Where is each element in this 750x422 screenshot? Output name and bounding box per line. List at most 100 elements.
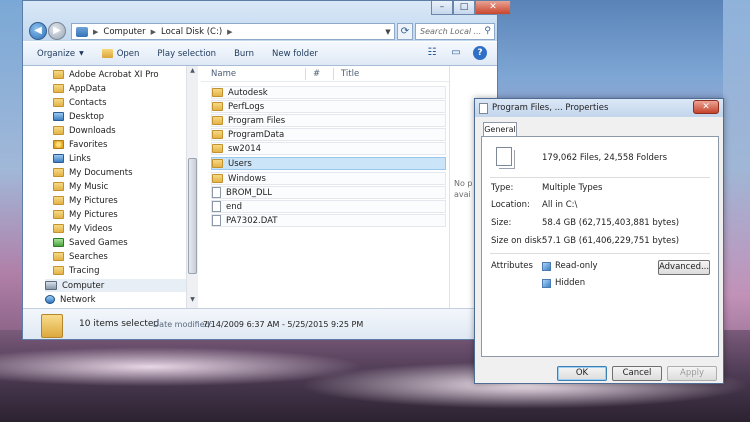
close-button[interactable]: ✕ (693, 100, 719, 114)
file-icon (212, 187, 221, 198)
forward-button[interactable]: ▶ (48, 22, 66, 40)
preview-pane-icon[interactable]: ▭ (449, 46, 463, 60)
search-input[interactable]: Search Local ... ⚲ (415, 23, 495, 40)
chevron-down-icon: ▼ (79, 50, 84, 57)
toolbar-right-tools: ☷ ▭ ? (425, 46, 487, 60)
column-divider[interactable] (305, 68, 306, 80)
apply-button[interactable]: Apply (667, 366, 717, 381)
advanced-button[interactable]: Advanced... (658, 260, 710, 275)
breadcrumb-separator-icon: ▶ (93, 27, 99, 36)
computer-icon (76, 26, 88, 37)
nav-item-my-pictures-2[interactable]: My Pictures (53, 208, 118, 221)
help-icon[interactable]: ? (473, 46, 487, 60)
read-only-checkbox[interactable]: Read-only (542, 261, 598, 271)
nav-item-my-pictures[interactable]: My Pictures (53, 194, 118, 207)
scrollbar-thumb[interactable] (188, 158, 197, 274)
breadcrumb-local-disk[interactable]: Local Disk (C:) (161, 27, 222, 37)
address-dropdown-icon[interactable]: ▼ (382, 28, 394, 36)
file-row-sw2014[interactable]: sw2014 (211, 142, 446, 155)
open-label: Open (116, 48, 140, 59)
organize-button[interactable]: Organize ▼ (37, 49, 84, 59)
file-row-brom-dll[interactable]: BROM_DLL (211, 186, 446, 199)
view-options-icon[interactable]: ☷ (425, 46, 439, 60)
back-button[interactable]: ◀ (29, 22, 47, 40)
favorites-icon (53, 140, 64, 149)
checkbox-indeterminate-icon[interactable] (542, 261, 551, 271)
close-button[interactable]: ✕ (475, 1, 511, 15)
nav-item-favorites[interactable]: Favorites (53, 138, 107, 151)
checkbox-indeterminate-icon[interactable] (542, 278, 551, 288)
nav-item-my-music[interactable]: My Music (53, 180, 108, 193)
nav-item-links[interactable]: Links (53, 152, 91, 165)
file-list: Name # Title Autodesk PerfLogs Program F… (201, 66, 449, 308)
burn-button[interactable]: Burn (234, 49, 254, 59)
file-row-users[interactable]: Users (211, 157, 446, 170)
column-header-name[interactable]: Name (211, 69, 236, 79)
file-name: Autodesk (228, 87, 268, 98)
explorer-titlebar: – □ ✕ ◀ ▶ ▶ Computer ▶ Local Disk (C:) ▶… (23, 1, 511, 41)
nav-item-label: My Music (69, 181, 109, 192)
search-icon[interactable]: ⚲ (484, 24, 491, 39)
size-value: 58.4 GB (62,715,403,881 bytes) (542, 218, 680, 228)
column-header-title[interactable]: Title (341, 69, 359, 79)
breadcrumb-computer[interactable]: Computer (103, 27, 145, 37)
nav-item-network[interactable]: Network (45, 293, 96, 306)
nav-item-downloads[interactable]: Downloads (53, 124, 116, 137)
play-selection-button[interactable]: Play selection (157, 49, 216, 59)
nav-item-contacts[interactable]: Contacts (53, 96, 107, 109)
folder-icon (53, 210, 64, 219)
nav-item-label: My Videos (69, 223, 113, 234)
file-row-autodesk[interactable]: Autodesk (211, 86, 446, 99)
nav-item-my-videos[interactable]: My Videos (53, 222, 112, 235)
navigation-scrollbar[interactable]: ▲ ▼ (186, 66, 198, 308)
file-row-end[interactable]: end (211, 200, 446, 213)
refresh-button[interactable]: ⟳ (397, 23, 413, 40)
nav-item-saved-games[interactable]: Saved Games (53, 236, 128, 249)
folder-icon (212, 130, 223, 139)
open-button[interactable]: Open (101, 48, 140, 59)
folder-stack-icon (41, 314, 63, 338)
address-bar[interactable]: ▶ Computer ▶ Local Disk (C:) ▶ ▼ (71, 23, 395, 40)
ok-button[interactable]: OK (557, 366, 607, 381)
file-name: ProgramData (228, 129, 285, 140)
nav-item-label: My Documents (69, 167, 133, 178)
minimize-button[interactable]: – (431, 1, 453, 15)
nav-item-tracing[interactable]: Tracing (53, 264, 99, 277)
scroll-down-icon[interactable]: ▼ (188, 296, 197, 306)
file-row-perflogs[interactable]: PerfLogs (211, 100, 446, 113)
preview-line-2: avai (454, 190, 471, 199)
divider (490, 253, 710, 254)
nav-item-adobe-acrobat[interactable]: Adobe Acrobat XI Pro (53, 68, 159, 81)
maximize-button[interactable]: □ (453, 1, 475, 15)
scroll-up-icon[interactable]: ▲ (188, 67, 197, 77)
file-name: Windows (228, 173, 266, 184)
column-divider[interactable] (333, 68, 334, 80)
file-name: Program Files (228, 115, 286, 126)
file-row-program-files[interactable]: Program Files (211, 114, 446, 127)
nav-item-appdata[interactable]: AppData (53, 82, 106, 95)
file-row-programdata[interactable]: ProgramData (211, 128, 446, 141)
type-value: Multiple Types (542, 183, 603, 193)
nav-item-searches[interactable]: Searches (53, 250, 108, 263)
folder-icon (212, 102, 223, 111)
file-row-windows[interactable]: Windows (211, 172, 446, 185)
hidden-checkbox[interactable]: Hidden (542, 278, 585, 288)
nav-item-label: My Pictures (69, 195, 118, 206)
nav-item-my-documents[interactable]: My Documents (53, 166, 133, 179)
read-only-label: Read-only (555, 261, 598, 271)
folder-icon (53, 126, 64, 135)
nav-item-label: Favorites (69, 139, 108, 150)
multiple-files-icon (496, 147, 512, 166)
properties-title: Program Files, ... Properties (492, 103, 609, 113)
file-name: PerfLogs (228, 101, 265, 112)
cancel-button[interactable]: Cancel (612, 366, 662, 381)
tab-general[interactable]: General (483, 122, 517, 137)
column-header-number[interactable]: # (313, 69, 320, 79)
nav-item-desktop[interactable]: Desktop (53, 110, 104, 123)
nav-item-computer[interactable]: Computer (45, 279, 190, 292)
search-placeholder: Search Local ... (420, 27, 482, 36)
column-headers: Name # Title (201, 66, 449, 82)
network-icon (45, 295, 55, 304)
new-folder-button[interactable]: New folder (272, 49, 318, 59)
file-row-pa7302[interactable]: PA7302.DAT (211, 214, 446, 227)
